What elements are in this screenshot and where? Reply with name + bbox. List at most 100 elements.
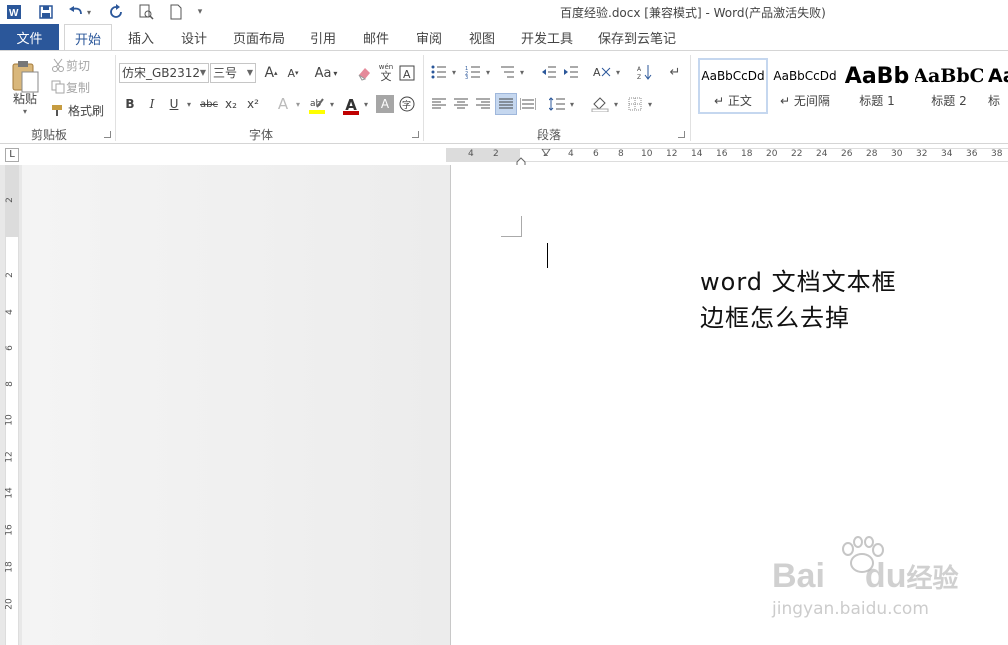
svg-text:3: 3 <box>465 75 468 79</box>
copy-button[interactable]: 复制 <box>66 78 90 96</box>
tab-page-layout[interactable]: 页面布局 <box>226 24 292 50</box>
change-case-button[interactable]: Aa ▾ <box>312 63 340 83</box>
clear-formatting-icon[interactable] <box>354 63 374 83</box>
style-normal[interactable]: AaBbCcDd ↵ 正文 <box>698 58 768 114</box>
tab-design[interactable]: 设计 <box>173 24 215 50</box>
italic-button[interactable]: I <box>144 94 160 114</box>
grow-font-button[interactable]: A ▴ <box>262 63 280 83</box>
tab-mailings[interactable]: 邮件 <box>355 24 397 50</box>
new-document-icon[interactable] <box>166 2 186 22</box>
save-icon[interactable] <box>36 2 56 22</box>
shrink-font-button[interactable]: A ▾ <box>284 63 302 83</box>
horizontal-ruler[interactable]: 4 2 2 4 6 8 10 12 14 16 18 20 22 24 26 2… <box>446 146 1008 167</box>
borders-dropdown-icon[interactable]: ▾ <box>646 97 654 111</box>
tab-selector-icon[interactable]: L <box>5 148 19 162</box>
format-painter-button[interactable]: 格式刷 <box>68 101 104 119</box>
multilevel-dropdown-icon[interactable]: ▾ <box>518 65 526 79</box>
document-text-line[interactable]: 边框怎么去掉 <box>700 298 850 333</box>
bold-button[interactable]: B <box>122 94 138 114</box>
customize-toolbar-icon[interactable]: ▾ <box>190 2 210 22</box>
phonetic-guide-icon[interactable]: wén 文 <box>376 61 396 83</box>
bullets-icon[interactable] <box>430 63 448 81</box>
decrease-indent-icon[interactable] <box>540 63 558 81</box>
multilevel-list-icon[interactable] <box>498 63 516 81</box>
shading-dropdown-icon[interactable]: ▾ <box>612 97 620 111</box>
undo-dropdown-icon[interactable]: ▾ <box>84 2 94 22</box>
font-dialog-launcher-icon[interactable] <box>412 131 419 138</box>
line-spacing-icon[interactable] <box>548 95 566 113</box>
font-color-dropdown-icon[interactable]: ▾ <box>362 96 370 112</box>
justify-icon[interactable] <box>495 93 517 115</box>
ruler-tick: 28 <box>866 149 878 159</box>
paste-dropdown-icon[interactable]: ▾ <box>18 105 32 117</box>
cut-button[interactable]: 剪切 <box>66 56 90 74</box>
style-name: 标题 1 <box>859 94 895 108</box>
tab-references[interactable]: 引用 <box>302 24 344 50</box>
underline-dropdown-icon[interactable]: ▾ <box>184 96 194 112</box>
tab-insert[interactable]: 插入 <box>120 24 162 50</box>
numbering-icon[interactable]: 123 <box>464 63 482 81</box>
underline-button[interactable]: U <box>166 94 182 114</box>
tab-file[interactable]: 文件 <box>0 24 59 50</box>
clipboard-dialog-launcher-icon[interactable] <box>104 131 111 138</box>
font-name-combo[interactable]: 仿宋_GB2312 ▼ <box>119 63 209 83</box>
style-no-spacing[interactable]: AaBbCcDd ↵ 无间隔 <box>771 60 839 112</box>
line-spacing-dropdown-icon[interactable]: ▾ <box>568 97 576 111</box>
numbering-dropdown-icon[interactable]: ▾ <box>484 65 492 79</box>
style-preview: AaBb <box>844 63 910 89</box>
tab-developer[interactable]: 开发工具 <box>514 24 580 50</box>
shading-icon[interactable] <box>590 95 610 113</box>
distributed-align-icon[interactable] <box>519 95 537 113</box>
paragraph-dialog-launcher-icon[interactable] <box>678 131 685 138</box>
undo-icon[interactable] <box>66 2 86 22</box>
subscript-button[interactable]: x₂ <box>222 94 240 114</box>
style-title[interactable]: Aa 标 <box>988 60 1008 112</box>
align-right-icon[interactable] <box>474 95 492 113</box>
first-line-indent-marker-icon[interactable] <box>541 146 551 156</box>
show-hide-marks-icon[interactable]: ↵ <box>666 63 684 81</box>
chinese-layout-icon[interactable]: A <box>592 63 614 81</box>
chinese-layout-dropdown-icon[interactable]: ▾ <box>614 65 622 79</box>
clipboard-group-label: 剪贴板 <box>31 128 68 142</box>
bullets-dropdown-icon[interactable]: ▾ <box>450 65 458 79</box>
tab-save-to-cloud-notes[interactable]: 保存到云笔记 <box>592 24 682 50</box>
style-heading-1[interactable]: AaBb 标题 1 <box>843 60 911 112</box>
vertical-ruler[interactable]: 2 2 4 6 8 10 12 14 16 18 20 <box>0 165 22 645</box>
style-heading-2[interactable]: AaBbC 标题 2 <box>915 60 983 112</box>
style-preview: AaBbCcDd <box>773 69 837 83</box>
change-case-dropdown-icon[interactable]: ▾ <box>333 69 337 78</box>
text-effects-dropdown-icon[interactable]: ▾ <box>294 96 302 112</box>
ruler-tick: 34 <box>941 149 953 159</box>
character-border-icon[interactable]: A <box>398 63 416 83</box>
print-preview-icon[interactable] <box>136 2 156 22</box>
ruler-tick: 20 <box>766 149 778 159</box>
font-name-dropdown-icon[interactable]: ▼ <box>200 64 206 82</box>
tab-home[interactable]: 开始 <box>64 24 112 51</box>
ruler-tick: 14 <box>4 487 15 499</box>
font-size-dropdown-icon[interactable]: ▼ <box>247 64 253 82</box>
text-effects-icon[interactable]: A <box>272 94 294 114</box>
align-left-icon[interactable] <box>430 95 448 113</box>
sort-icon[interactable]: AZ <box>636 63 654 81</box>
document-text-line[interactable]: word 文档文本框 <box>700 262 897 297</box>
change-case-label: Aa <box>314 65 332 81</box>
borders-icon[interactable] <box>626 95 644 113</box>
font-size-combo[interactable]: 三号 ▼ <box>210 63 256 83</box>
ruler-margin-left <box>446 148 520 162</box>
svg-text:A: A <box>403 68 411 81</box>
tab-review[interactable]: 审阅 <box>408 24 450 50</box>
align-center-icon[interactable] <box>452 95 470 113</box>
redo-icon[interactable] <box>106 2 126 22</box>
font-color-button[interactable]: A <box>340 94 362 116</box>
ruler-tick: 30 <box>891 149 903 159</box>
text-highlight-icon[interactable]: ab <box>306 94 328 116</box>
enclose-characters-icon[interactable]: 字 <box>398 95 416 113</box>
strikethrough-button[interactable]: abc <box>198 94 220 114</box>
character-shading-icon[interactable]: A <box>376 95 394 113</box>
ruler-tick: 38 <box>991 149 1003 159</box>
increase-indent-icon[interactable] <box>562 63 580 81</box>
tab-view[interactable]: 视图 <box>461 24 503 50</box>
highlight-dropdown-icon[interactable]: ▾ <box>328 96 336 112</box>
superscript-button[interactable]: x² <box>244 94 262 114</box>
watermark-brand: Bai <box>772 557 825 595</box>
